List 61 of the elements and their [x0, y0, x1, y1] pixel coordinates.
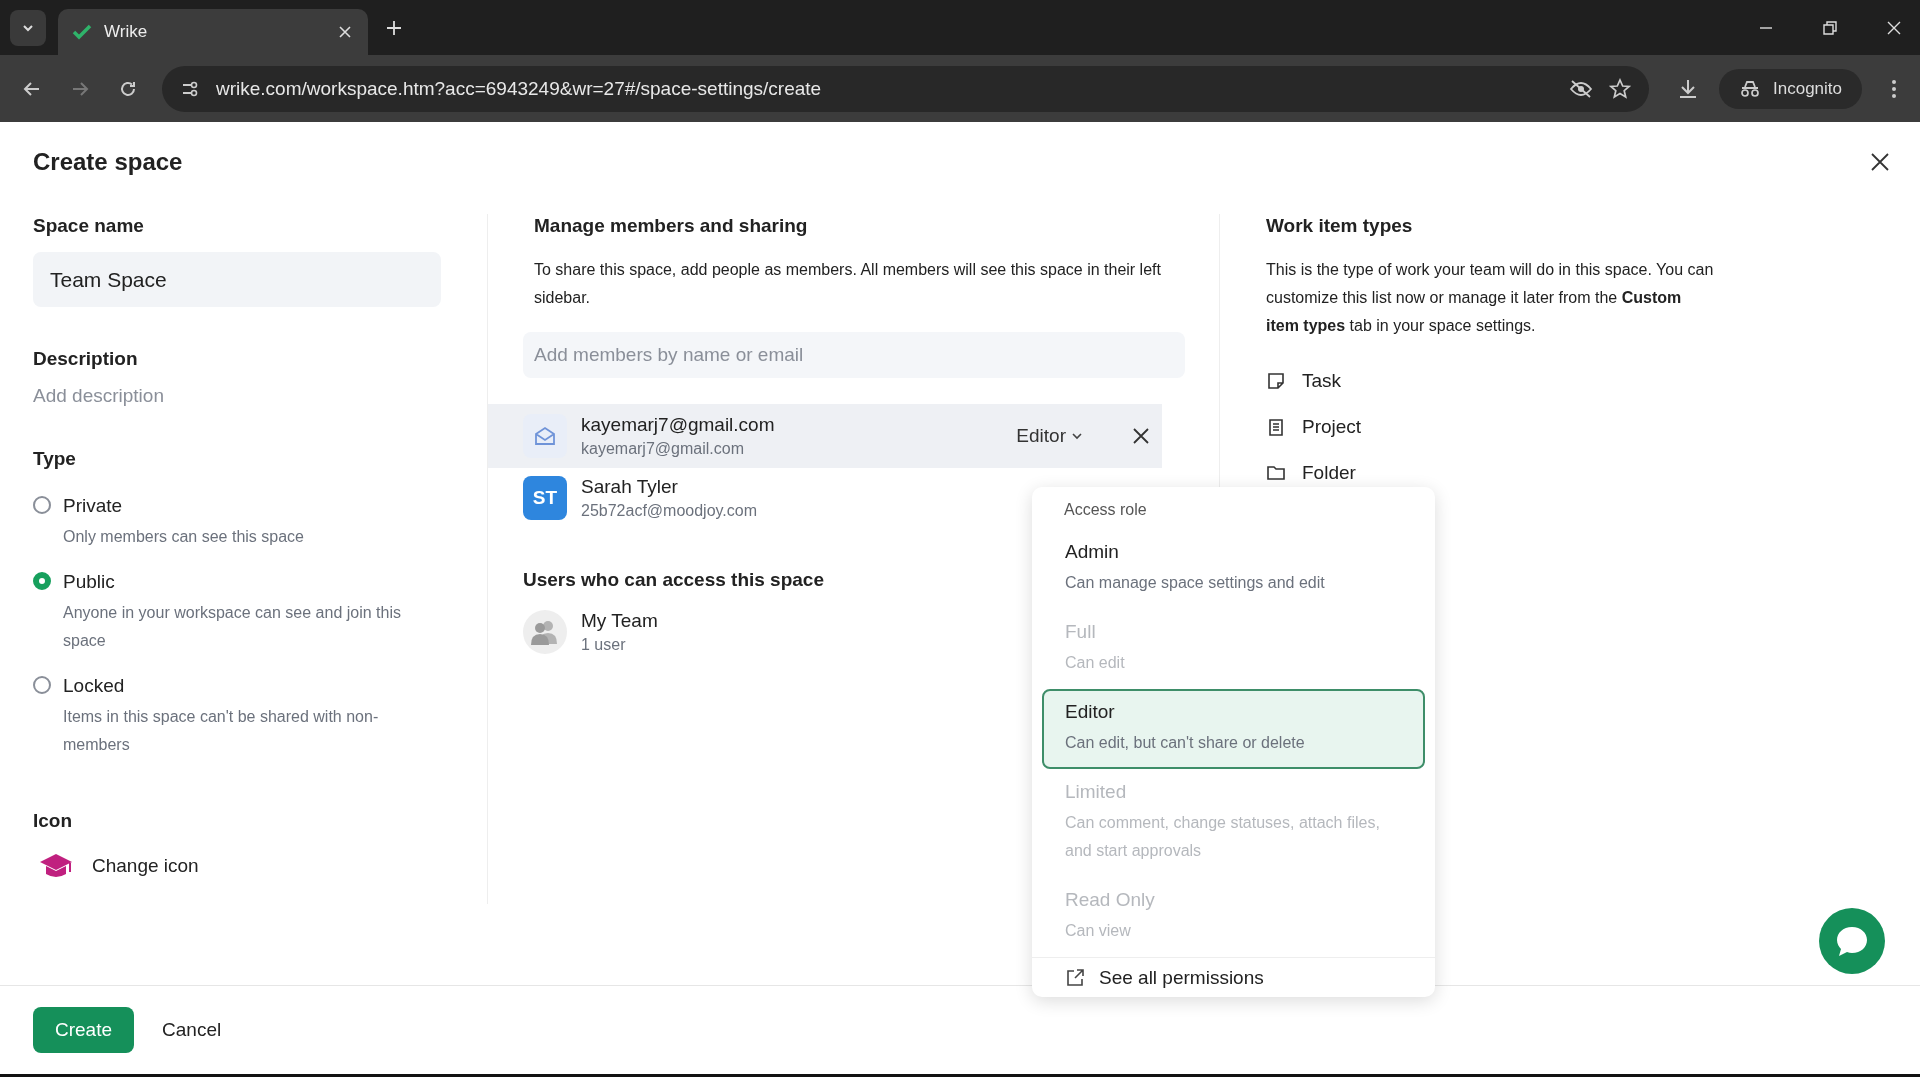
section-heading: Users who can access this space: [523, 568, 824, 592]
member-row[interactable]: kayemarj7@gmail.com kayemarj7@gmail.com Editor: [488, 404, 1162, 468]
create-button[interactable]: Create: [33, 1007, 135, 1053]
menu-heading: Access role: [1063, 501, 1148, 519]
space-name-field[interactable]: Team Space: [33, 252, 441, 307]
download-icon[interactable]: [1677, 77, 1699, 100]
item-type-label[interactable]: Project: [1302, 416, 1362, 438]
section-description: To share this space, add people as members. All members will see this space in their left sidebar.: [534, 260, 1162, 308]
item-type-label[interactable]: Task: [1302, 370, 1342, 392]
new-tab-icon[interactable]: [386, 19, 402, 36]
field-label: Space name: [33, 214, 144, 238]
close-icon[interactable]: [1870, 152, 1890, 172]
envelope-icon: [523, 414, 567, 458]
role-option[interactable]: Admin Can manage space settings and edit: [1042, 529, 1425, 609]
field-label: Icon: [33, 809, 73, 833]
section-heading: Work item types: [1266, 214, 1413, 238]
member-name: Sarah Tyler: [581, 476, 679, 498]
member-email: 25b72acf@moodjoy.com: [581, 502, 758, 520]
field-label: Type: [33, 447, 76, 471]
section-heading: Manage members and sharing: [534, 214, 808, 238]
role-dropdown[interactable]: Editor: [1016, 425, 1084, 447]
member-email: kayemarj7@gmail.com: [581, 440, 745, 458]
incognito-icon: [1739, 79, 1761, 98]
see-all-permissions-link[interactable]: See all permissions: [1099, 966, 1264, 989]
dialog-title: Create space: [33, 148, 183, 176]
eye-slash-icon[interactable]: [1569, 78, 1593, 99]
section-description: This is the type of work your team will do in this space. You can customize this list now or manage it later from the Custom item types tab in your space settings.: [1266, 260, 1715, 336]
option-hint: Anyone in your workspace can see and join this space: [63, 603, 402, 651]
clipboard-icon: [1266, 417, 1286, 437]
team-name: My Team: [581, 610, 658, 632]
menu-icon[interactable]: [1890, 77, 1898, 100]
option-hint: Only members can see this space: [63, 527, 305, 547]
incognito-button[interactable]: Incognito: [1719, 68, 1862, 109]
change-icon-link[interactable]: Change icon: [92, 855, 199, 877]
radio-label[interactable]: Locked: [63, 675, 403, 697]
team-icon: [523, 610, 567, 654]
field-label: Description: [33, 347, 138, 371]
note-icon: [1266, 371, 1286, 391]
add-members-field[interactable]: Add members by name or email: [523, 332, 1185, 378]
address-bar[interactable]: wrike.com/workspace.htm?acc=6943249&wr=27#/space-settings/create: [162, 65, 1649, 112]
team-count: 1 user: [581, 636, 627, 654]
folder-icon: [1266, 463, 1286, 483]
radio-label[interactable]: Public: [63, 571, 403, 593]
radio-label[interactable]: Private: [63, 495, 403, 517]
browser-tab[interactable]: Wrike: [58, 9, 368, 55]
remove-icon[interactable]: [1132, 427, 1150, 445]
role-option[interactable]: Editor Can edit, but can't share or delete: [1042, 689, 1425, 769]
option-hint: Items in this space can't be shared with non-members: [63, 707, 380, 755]
user-avatar: ST: [523, 476, 567, 520]
radio-button[interactable]: [33, 496, 51, 514]
checkmark-icon: [72, 24, 92, 40]
restore-icon[interactable]: [1822, 19, 1838, 36]
star-icon[interactable]: [1609, 77, 1631, 100]
member-row[interactable]: ST Sarah Tyler 25b72acf@moodjoy.com: [488, 468, 1048, 528]
radio-button[interactable]: [33, 572, 51, 590]
member-name: kayemarj7@gmail.com: [581, 414, 775, 436]
cancel-button[interactable]: Cancel: [152, 1007, 232, 1053]
chat-bubble-icon: [1834, 924, 1870, 958]
radio-button[interactable]: [33, 676, 51, 694]
item-type-label[interactable]: Folder: [1302, 462, 1356, 484]
external-link-icon: [1065, 967, 1085, 988]
